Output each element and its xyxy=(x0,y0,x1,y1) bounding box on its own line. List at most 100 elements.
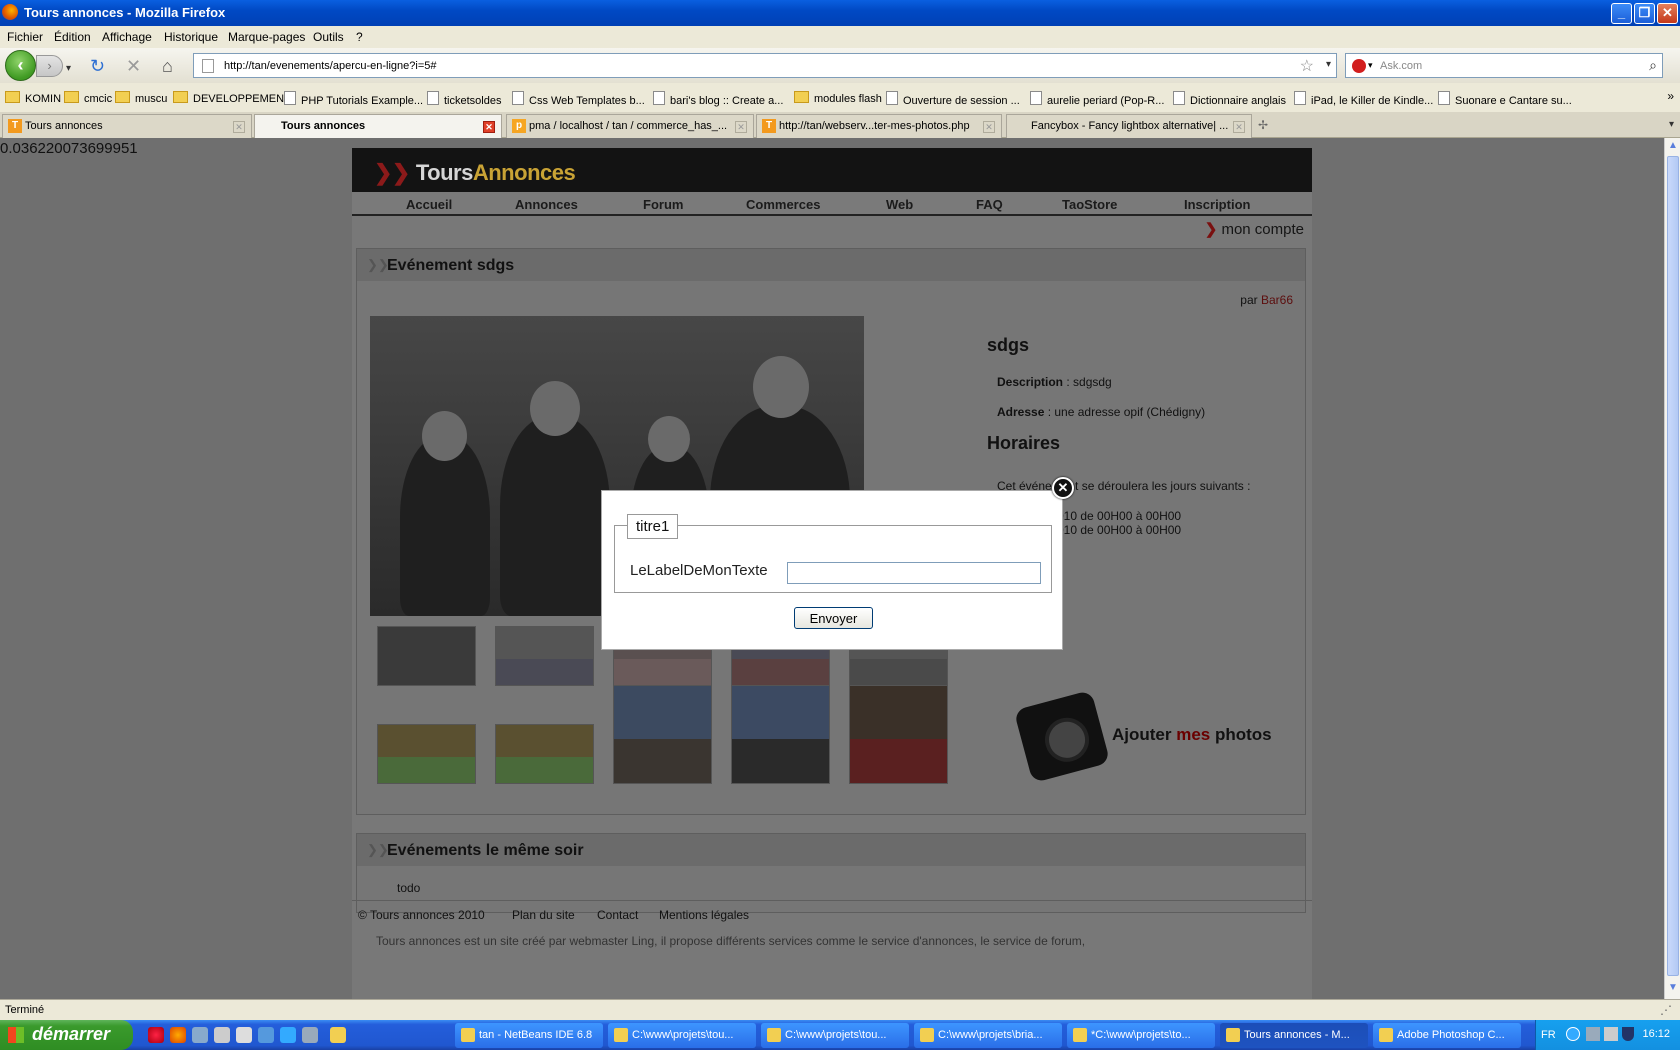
nav-commerces[interactable]: Commerces xyxy=(746,197,820,212)
nav-accueil[interactable]: Accueil xyxy=(406,197,452,212)
photo-thumbnail[interactable] xyxy=(495,626,594,686)
nav-web[interactable]: Web xyxy=(886,197,913,212)
url-dropdown-icon[interactable]: ▾ xyxy=(1326,59,1331,70)
clock[interactable]: 16:12 xyxy=(1642,1028,1670,1040)
bookmark-baris-blog[interactable]: bari's blog :: Create a... xyxy=(653,91,783,107)
tray-arrow-icon[interactable] xyxy=(1566,1027,1580,1041)
minimize-button[interactable]: _ xyxy=(1611,3,1632,24)
bookmark-php-tutorials[interactable]: PHP Tutorials Example... xyxy=(284,91,423,107)
submit-button[interactable]: Envoyer xyxy=(794,607,873,629)
nav-forum[interactable]: Forum xyxy=(643,197,683,212)
nav-inscription[interactable]: Inscription xyxy=(1184,197,1250,212)
photo-thumbnail[interactable] xyxy=(495,724,594,784)
users-quicklaunch-icon[interactable] xyxy=(192,1027,208,1043)
tray-app-icon[interactable] xyxy=(1604,1027,1618,1041)
firefox-quicklaunch-icon[interactable] xyxy=(170,1027,186,1043)
task-netbeans[interactable]: tan - NetBeans IDE 6.8 xyxy=(455,1023,603,1048)
engine-dropdown-icon[interactable]: ▾ xyxy=(1368,60,1373,71)
back-button[interactable]: ‹ xyxy=(5,50,36,81)
tray-shield-icon[interactable] xyxy=(1622,1027,1634,1041)
home-icon[interactable]: ⌂ xyxy=(162,57,173,75)
browser-quicklaunch-icon[interactable] xyxy=(148,1027,164,1043)
bookmark-ipad-kindle[interactable]: iPad, le Killer de Kindle... xyxy=(1294,91,1433,107)
task-notepad[interactable]: *C:\www\projets\to... xyxy=(1067,1023,1215,1048)
footer-contact[interactable]: Contact xyxy=(597,908,638,922)
forward-button[interactable]: › xyxy=(36,55,63,77)
url-bar[interactable]: http://tan/evenements/apercu-en-ligne?i=… xyxy=(193,53,1337,78)
globe-quicklaunch-icon[interactable] xyxy=(302,1027,318,1043)
bookmark-css-web-templates[interactable]: Css Web Templates b... xyxy=(512,91,645,107)
tab-close-icon[interactable]: ✕ xyxy=(983,121,995,133)
tab-list-icon[interactable]: ▾ xyxy=(1669,119,1674,130)
task-explorer-1[interactable]: C:\www\projets\tou... xyxy=(608,1023,756,1048)
folder-quicklaunch-icon[interactable] xyxy=(330,1027,346,1043)
bookmark-ouverture-session[interactable]: Ouverture de session ... xyxy=(886,91,1020,107)
footer-plan-du-site[interactable]: Plan du site xyxy=(512,908,575,922)
notepad-quicklaunch-icon[interactable] xyxy=(236,1027,252,1043)
tab-close-icon[interactable]: ✕ xyxy=(1233,121,1245,133)
author-link[interactable]: Bar66 xyxy=(1261,293,1293,307)
bookmark-modules-flash[interactable]: modules flash xyxy=(794,91,882,105)
text-input[interactable] xyxy=(787,562,1041,584)
tab-close-icon[interactable]: ✕ xyxy=(483,121,495,133)
stop-icon[interactable]: ✕ xyxy=(126,57,141,75)
search-box[interactable]: ▾ Ask.com ⌕ xyxy=(1345,53,1663,78)
tab-fancybox[interactable]: Fancybox - Fancy lightbox alternative| .… xyxy=(1006,114,1252,138)
search-icon[interactable]: ⌕ xyxy=(1649,57,1657,74)
resize-grip-icon[interactable]: ⋰ xyxy=(1660,1003,1672,1017)
menu-historique[interactable]: Historique xyxy=(164,30,218,44)
ie-quicklaunch-icon[interactable] xyxy=(258,1027,274,1043)
tool-quicklaunch-icon[interactable] xyxy=(214,1027,230,1043)
vertical-scrollbar[interactable]: ▲ ▼ xyxy=(1664,138,1680,999)
close-icon[interactable]: ✕ xyxy=(1052,477,1074,499)
tab-close-icon[interactable]: ✕ xyxy=(735,121,747,133)
add-photos-button[interactable]: Ajouter mes photos xyxy=(1013,689,1297,784)
bookmark-developpement[interactable]: DEVELOPPEMENT xyxy=(173,91,291,105)
bookmark-cmcic[interactable]: cmcic xyxy=(64,91,112,105)
task-explorer-3[interactable]: C:\www\projets\bria... xyxy=(914,1023,1062,1048)
nav-annonces[interactable]: Annonces xyxy=(515,197,578,212)
menu-edition[interactable]: Édition xyxy=(54,30,91,44)
menu-outils[interactable]: Outils xyxy=(313,30,344,44)
new-tab-icon[interactable]: ✢ xyxy=(1258,118,1268,132)
tab-tours-annonces-1[interactable]: T Tours annonces ✕ xyxy=(2,114,252,138)
ie-alt-quicklaunch-icon[interactable] xyxy=(280,1027,296,1043)
tab-pma-localhost[interactable]: p pma / localhost / tan / commerce_has_.… xyxy=(506,114,754,138)
tray-network-icon[interactable] xyxy=(1586,1027,1600,1041)
bookmark-komin[interactable]: KOMIN xyxy=(5,91,61,105)
tab-close-icon[interactable]: ✕ xyxy=(233,121,245,133)
bookmarks-overflow-icon[interactable]: » xyxy=(1667,89,1674,103)
close-window-button[interactable]: ✕ xyxy=(1657,3,1678,24)
scroll-down-icon[interactable]: ▼ xyxy=(1666,982,1680,997)
history-dropdown-icon[interactable]: ▾ xyxy=(66,60,71,78)
menu-fichier[interactable]: Fichier xyxy=(7,30,43,44)
photo-thumbnail[interactable] xyxy=(849,685,948,784)
tab-webservice[interactable]: T http://tan/webserv...ter-mes-photos.ph… xyxy=(756,114,1002,138)
star-bookmark-icon[interactable]: ☆ xyxy=(1300,56,1314,76)
maximize-button[interactable]: ❐ xyxy=(1634,3,1655,24)
photo-thumbnail[interactable] xyxy=(377,724,476,784)
photo-thumbnail[interactable] xyxy=(731,685,830,784)
bookmark-muscu[interactable]: muscu xyxy=(115,91,167,105)
bookmark-aurelie-periard[interactable]: aurelie periard (Pop-R... xyxy=(1030,91,1164,107)
task-firefox[interactable]: Tours annonces - M... xyxy=(1220,1023,1368,1048)
bookmark-ticketsoldes[interactable]: ticketsoldes xyxy=(427,91,501,107)
account-link[interactable]: ❯ mon compte xyxy=(1205,220,1304,238)
scroll-thumb[interactable] xyxy=(1667,156,1679,976)
language-indicator[interactable]: FR xyxy=(1541,1029,1556,1041)
scroll-up-icon[interactable]: ▲ xyxy=(1666,140,1680,155)
menu-affichage[interactable]: Affichage xyxy=(102,30,152,44)
nav-faq[interactable]: FAQ xyxy=(976,197,1003,212)
tab-tours-annonces-active[interactable]: Tours annonces ✕ xyxy=(254,114,502,139)
task-explorer-2[interactable]: C:\www\projets\tou... xyxy=(761,1023,909,1048)
ask-engine-icon[interactable] xyxy=(1352,59,1366,73)
start-button[interactable]: démarrer xyxy=(0,1020,133,1050)
window-titlebar[interactable]: Tours annonces - Mozilla Firefox _ ❐ ✕ xyxy=(0,0,1680,26)
menu-help[interactable]: ? xyxy=(356,30,363,44)
photo-thumbnail[interactable] xyxy=(613,685,712,784)
photo-thumbnail[interactable] xyxy=(377,626,476,686)
footer-mentions-legales[interactable]: Mentions légales xyxy=(659,908,749,922)
task-photoshop[interactable]: Adobe Photoshop C... xyxy=(1373,1023,1521,1048)
bookmark-dictionnaire-anglais[interactable]: Dictionnaire anglais xyxy=(1173,91,1286,107)
bookmark-suonare-cantare[interactable]: Suonare e Cantare su... xyxy=(1438,91,1572,107)
